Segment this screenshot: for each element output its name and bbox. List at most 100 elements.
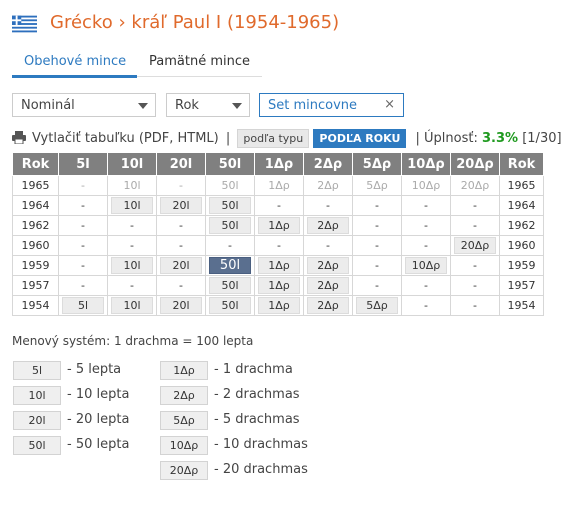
empty-coin-cell: -	[107, 275, 157, 296]
legend-coin-label: - 20 lepta	[67, 412, 130, 427]
coin-cell[interactable]: 1Δρ	[254, 275, 304, 296]
legend-coin-button[interactable]: 5l	[13, 361, 61, 380]
by-type-button[interactable]: podľa typu	[237, 129, 310, 148]
coin-cell-value: 10l	[111, 257, 153, 274]
table-row: 1962 - - - 50l 1Δρ 2Δρ - - - 1962	[12, 215, 544, 236]
coin-cell-value: 50l	[209, 277, 251, 294]
empty-coin-cell: -	[303, 195, 353, 216]
coin-cell[interactable]: 5l	[58, 295, 108, 316]
tab-commemorative-coins[interactable]: Pamätné mince	[149, 54, 250, 69]
column-header[interactable]: Rok	[12, 152, 59, 176]
toolbar-divider: |	[225, 131, 231, 146]
legend-coin-button[interactable]: 10Δρ	[160, 436, 208, 455]
coin-cell[interactable]: 10Δρ	[401, 175, 451, 196]
coin-cell[interactable]: 2Δρ	[303, 295, 353, 316]
legend-coin-label: - 2 drachmas	[214, 387, 300, 402]
legend-coin-label: - 5 drachmas	[214, 412, 300, 427]
coin-cell[interactable]: 50l	[205, 215, 255, 236]
row-year: 1954	[12, 295, 59, 316]
coin-cell[interactable]: 10Δρ	[401, 255, 451, 276]
column-header[interactable]: 20Δρ	[450, 152, 500, 176]
legend-coin-button[interactable]: 20Δρ	[160, 461, 208, 480]
coin-cell-value: -	[179, 179, 183, 192]
column-header[interactable]: 1Δρ	[254, 152, 304, 176]
column-header[interactable]: 10l	[107, 152, 157, 176]
coin-cell[interactable]: 10l	[107, 295, 157, 316]
close-icon[interactable]: ×	[384, 97, 395, 112]
year-select[interactable]: Rok	[166, 93, 250, 117]
coin-cell[interactable]: 1Δρ	[254, 215, 304, 236]
coin-cell-value: 5Δρ	[366, 179, 388, 192]
legend-coin-button[interactable]: 50l	[13, 436, 61, 455]
coin-cell[interactable]: 10l	[107, 175, 157, 196]
mint-set-filter[interactable]: Set mincovne ×	[259, 93, 404, 117]
coin-cell-value: -	[473, 279, 477, 292]
empty-coin-cell: -	[58, 235, 108, 256]
column-header[interactable]: 5l	[58, 152, 108, 176]
by-year-button[interactable]: PODĽA ROKU	[313, 129, 407, 148]
column-header[interactable]: Rok	[499, 152, 544, 176]
coin-table: Rok 5l 10l 20l 50l 1Δρ 2Δρ 5Δρ 10Δρ 20Δρ…	[12, 152, 544, 316]
legend-coin-button[interactable]: 5Δρ	[160, 411, 208, 430]
coin-cell[interactable]: 50l	[205, 255, 255, 276]
empty-coin-cell: -	[156, 235, 206, 256]
coin-cell[interactable]: 50l	[205, 275, 255, 296]
coin-cell[interactable]: 2Δρ	[303, 255, 353, 276]
row-year: 1962	[12, 215, 59, 236]
chevron-down-icon	[138, 103, 148, 109]
legend-coin-label: - 20 drachmas	[214, 462, 308, 477]
coin-cell[interactable]: 20l	[156, 255, 206, 276]
coin-cell[interactable]: 5Δρ	[352, 175, 402, 196]
coin-cell[interactable]: 50l	[205, 295, 255, 316]
column-header[interactable]: 10Δρ	[401, 152, 451, 176]
legend-coin-button[interactable]: 20l	[13, 411, 61, 430]
legend-coin-button[interactable]: 1Δρ	[160, 361, 208, 380]
breadcrumb-country[interactable]: Grécko	[50, 12, 113, 33]
empty-coin-cell: -	[401, 295, 451, 316]
tab-circulation-coins[interactable]: Obehové mince	[24, 54, 126, 69]
breadcrumb-separator: ›	[118, 12, 126, 33]
table-row: 1960- - - - - - - -20Δρ 1960	[12, 235, 544, 256]
coin-cell[interactable]: 1Δρ	[254, 295, 304, 316]
coin-cell-value: -	[326, 239, 330, 252]
column-header[interactable]: 20l	[156, 152, 206, 176]
coin-cell[interactable]: 2Δρ	[303, 215, 353, 236]
coin-cell[interactable]: 20l	[156, 195, 206, 216]
coin-cell-value: -	[424, 239, 428, 252]
coin-cell[interactable]: 5Δρ	[352, 295, 402, 316]
column-header[interactable]: 2Δρ	[303, 152, 353, 176]
row-year: 1965	[12, 175, 59, 196]
chevron-down-icon	[232, 103, 242, 109]
coin-cell[interactable]: 2Δρ	[303, 275, 353, 296]
coin-cell[interactable]: 10l	[107, 195, 157, 216]
coin-cell[interactable]: 1Δρ	[254, 175, 304, 196]
coin-cell-value: 10Δρ	[411, 179, 441, 192]
coin-cell[interactable]: 20Δρ	[450, 175, 500, 196]
empty-coin-cell: -	[401, 235, 451, 256]
empty-coin-cell: -	[58, 175, 108, 196]
coin-cell-value: -	[228, 239, 232, 252]
coin-cell[interactable]: 50l	[205, 195, 255, 216]
legend-coin-button[interactable]: 2Δρ	[160, 386, 208, 405]
coin-cell[interactable]: 1Δρ	[254, 255, 304, 276]
coin-cell-value: 1Δρ	[268, 179, 290, 192]
coin-cell[interactable]: 50l	[205, 175, 255, 196]
empty-coin-cell: -	[254, 235, 304, 256]
print-table-link[interactable]: Vytlačiť tabuľku (PDF, HTML)	[32, 131, 219, 146]
coin-cell[interactable]: 2Δρ	[303, 175, 353, 196]
coin-cell[interactable]: 20Δρ	[450, 235, 500, 256]
coin-cell-value: -	[424, 219, 428, 232]
coin-cell[interactable]: 10l	[107, 255, 157, 276]
legend-coin-label: - 1 drachma	[214, 362, 293, 377]
empty-coin-cell: -	[352, 215, 402, 236]
coin-cell-value: 20l	[160, 257, 202, 274]
active-tab-indicator	[12, 75, 137, 78]
legend-coin-button[interactable]: 10l	[13, 386, 61, 405]
coin-cell-value: 5l	[62, 297, 104, 314]
coin-cell[interactable]: 20l	[156, 295, 206, 316]
column-header[interactable]: 50l	[205, 152, 255, 176]
coin-cell-value: 2Δρ	[307, 277, 349, 294]
denomination-select[interactable]: Nominál	[12, 93, 156, 117]
column-header[interactable]: 5Δρ	[352, 152, 402, 176]
coin-cell-value: 20l	[160, 297, 202, 314]
